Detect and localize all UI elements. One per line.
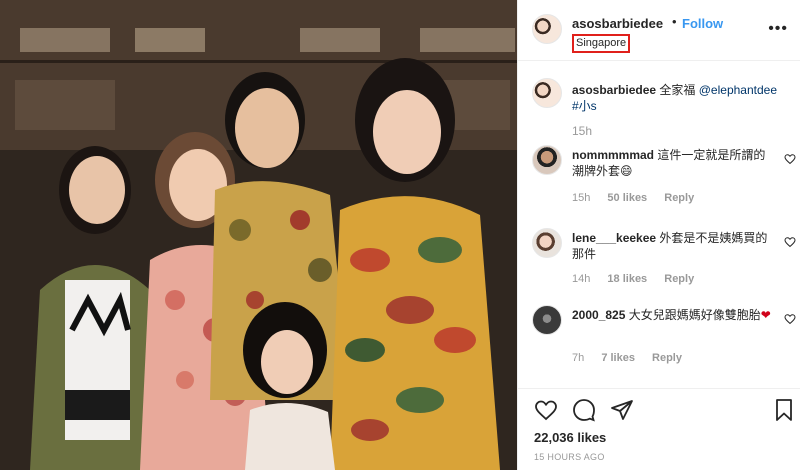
caption-text: asosbarbiedee 全家福 @elephantdee #小s [572,82,782,114]
post-header: asosbarbiedee • Follow Singapore ••• [530,12,790,53]
comment-time[interactable]: 7h [572,352,584,364]
comment-username[interactable]: 2000_825 [572,308,625,322]
caption-avatar[interactable] [532,78,562,108]
comment-avatar[interactable] [532,145,562,175]
heart-icon[interactable] [534,398,558,422]
caption-mention[interactable]: @elephantdee [699,83,777,97]
follow-button[interactable]: Follow [682,16,723,31]
heart-icon[interactable] [784,313,796,325]
post-timestamp: 15 HOURS AGO [534,452,605,462]
heart-icon[interactable] [784,153,796,165]
comment-text: lene___keekee 外套是不是姨媽買的那件 [572,230,777,262]
action-bar [530,398,796,424]
share-icon[interactable] [610,398,634,422]
comment-reply-button[interactable]: Reply [652,352,682,364]
comment-body: 大女兒跟媽媽好像雙胞胎 [628,308,761,322]
author-username[interactable]: asosbarbiedee [572,16,663,31]
comment-username[interactable]: lene___keekee [572,231,656,245]
comment-heart-emoji: ❤ [760,308,771,322]
comment-icon[interactable] [572,398,596,422]
instagram-post: asosbarbiedee • Follow Singapore ••• aso… [0,0,800,470]
post-photo[interactable] [0,0,517,470]
location-tag[interactable]: Singapore [572,34,631,53]
bookmark-icon[interactable] [772,398,796,422]
comment-text: 2000_825 大女兒跟媽媽好像雙胞胎❤ [572,307,777,323]
post-sidebar: asosbarbiedee • Follow Singapore ••• aso… [517,0,800,470]
author-avatar[interactable] [532,14,562,44]
caption-body: 全家福 [659,83,696,97]
header-divider [518,60,800,61]
comment-likes[interactable]: 7 likes [601,352,635,364]
caption-hashtag[interactable]: #小s [572,99,597,113]
comment-text: nommmmmad 這件一定就是所謂的潮牌外套😄 [572,147,777,179]
comment-reply-button[interactable]: Reply [664,273,694,285]
family-photo-illustration [0,0,517,470]
caption-username[interactable]: asosbarbiedee [572,83,656,97]
likes-count[interactable]: 22,036 likes [534,430,606,445]
heart-icon[interactable] [784,236,796,248]
comment-time[interactable]: 14h [572,273,590,285]
comment-reply-button[interactable]: Reply [664,192,694,204]
comment-avatar[interactable] [532,228,562,258]
more-options-icon[interactable]: ••• [768,20,788,38]
comment-username[interactable]: nommmmmad [572,148,654,162]
comment-meta: 14h 18 likes Reply [572,273,708,285]
comment-time[interactable]: 15h [572,192,590,204]
comment-likes[interactable]: 18 likes [607,273,647,285]
comment-item: 2000_825 大女兒跟媽媽好像雙胞胎❤ 7h 7 likes Reply [530,305,798,375]
comment-meta: 7h 7 likes Reply [572,352,696,364]
header-separator: • [672,14,677,29]
caption-time[interactable]: 15h [572,124,592,138]
comment-avatar[interactable] [532,305,562,335]
actions-divider [518,388,800,389]
comment-meta: 15h 50 likes Reply [572,192,708,204]
comment-item: lene___keekee 外套是不是姨媽買的那件 14h 18 likes R… [530,228,798,298]
comment-likes[interactable]: 50 likes [607,192,647,204]
comment-item: nommmmmad 這件一定就是所謂的潮牌外套😄 15h 50 likes Re… [530,145,798,215]
